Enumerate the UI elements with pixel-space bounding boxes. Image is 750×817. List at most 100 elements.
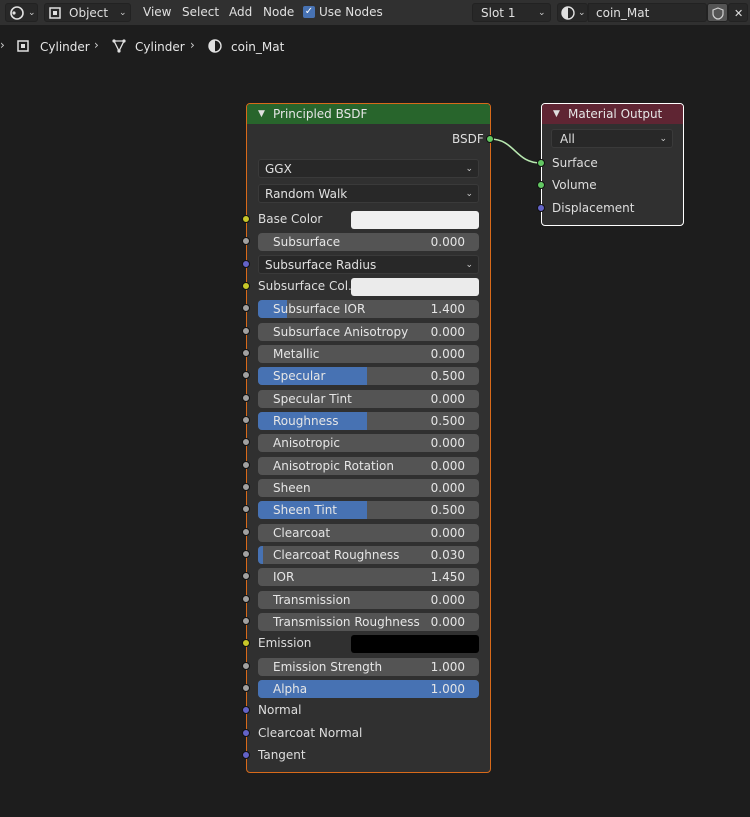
metallic-socket[interactable] xyxy=(242,349,250,357)
subsurface-ior-socket[interactable] xyxy=(242,304,250,312)
slider-value: 0.000 xyxy=(430,235,465,249)
emission-socket[interactable] xyxy=(242,639,250,647)
slider-label: Subsurface Anisotropy xyxy=(273,325,409,339)
anisotropic-socket[interactable] xyxy=(242,438,250,446)
collapse-triangle-icon[interactable]: ▼ xyxy=(258,104,265,124)
slider-transmission-roughness[interactable]: Transmission Roughness 0.000 xyxy=(258,613,479,631)
subsurface-radius-socket[interactable] xyxy=(242,260,250,268)
slider-value: 0.030 xyxy=(430,548,465,562)
subsurface-radius-label: Subsurface Radius xyxy=(265,258,377,272)
chevron-down-icon: ⌄ xyxy=(465,260,473,270)
volume-label: Volume xyxy=(552,178,597,192)
slider-clearcoat[interactable]: Clearcoat 0.000 xyxy=(258,524,479,542)
subsurface-radius-dropdown[interactable]: Subsurface Radius ⌄ xyxy=(258,255,479,274)
slider-value: 0.500 xyxy=(430,414,465,428)
chevron-down-icon: ⌄ xyxy=(465,164,473,174)
slider-value: 1.000 xyxy=(430,682,465,696)
slider-specular-tint[interactable]: Specular Tint 0.000 xyxy=(258,390,479,408)
slider-fill xyxy=(258,546,263,564)
slider-value: 0.000 xyxy=(430,392,465,406)
sheen-tint-socket[interactable] xyxy=(242,505,250,513)
slider-label: Transmission Roughness xyxy=(273,615,420,629)
slider-anisotropic[interactable]: Anisotropic 0.000 xyxy=(258,434,479,452)
transmission-socket[interactable] xyxy=(242,595,250,603)
subsurface-color-socket[interactable] xyxy=(242,282,250,290)
slider-sheen[interactable]: Sheen 0.000 xyxy=(258,479,479,497)
clearcoat-socket[interactable] xyxy=(242,528,250,536)
specular-tint-socket[interactable] xyxy=(242,394,250,402)
tangent-label: Tangent xyxy=(258,748,306,762)
slider-label: Roughness xyxy=(273,414,339,428)
slider-subsurface-ior[interactable]: Subsurface IOR 1.400 xyxy=(258,300,479,318)
slider-value: 0.500 xyxy=(430,369,465,383)
displacement-label: Displacement xyxy=(552,201,635,215)
slider-transmission[interactable]: Transmission 0.000 xyxy=(258,591,479,609)
slider-value: 1.450 xyxy=(430,570,465,584)
sheen-socket[interactable] xyxy=(242,483,250,491)
displacement-socket[interactable] xyxy=(537,204,545,212)
slider-value: 0.500 xyxy=(430,503,465,517)
subsurface-color-swatch[interactable] xyxy=(351,278,479,296)
bsdf-output-socket[interactable] xyxy=(486,135,494,143)
slider-anisotropic-rotation[interactable]: Anisotropic Rotation 0.000 xyxy=(258,457,479,475)
specular-socket[interactable] xyxy=(242,371,250,379)
clearcoat-normal-socket[interactable] xyxy=(242,729,250,737)
surface-label: Surface xyxy=(552,156,598,170)
base-color-swatch[interactable] xyxy=(351,211,479,229)
normal-socket[interactable] xyxy=(242,706,250,714)
slider-label: IOR xyxy=(273,570,295,584)
material-output-title: Material Output xyxy=(568,107,663,121)
slider-roughness[interactable]: Roughness 0.500 xyxy=(258,412,479,430)
output-target-dropdown[interactable]: All ⌄ xyxy=(551,129,673,148)
slider-sheen-tint[interactable]: Sheen Tint 0.500 xyxy=(258,501,479,519)
base-color-label: Base Color xyxy=(258,212,323,226)
slider-value: 1.000 xyxy=(430,660,465,674)
transmission-roughness-socket[interactable] xyxy=(242,617,250,625)
slider-value: 0.000 xyxy=(430,593,465,607)
slider-alpha[interactable]: Alpha 1.000 xyxy=(258,680,479,698)
slider-label: Metallic xyxy=(273,347,320,361)
normal-label: Normal xyxy=(258,703,302,717)
slider-emission-strength[interactable]: Emission Strength 1.000 xyxy=(258,658,479,676)
slider-value: 0.000 xyxy=(430,436,465,450)
bsdf-output-label: BSDF xyxy=(452,132,484,146)
base-color-socket[interactable] xyxy=(242,215,250,223)
slider-metallic[interactable]: Metallic 0.000 xyxy=(258,345,479,363)
slider-label: Clearcoat Roughness xyxy=(273,548,400,562)
subsurface-method-value: Random Walk xyxy=(265,187,348,201)
slider-value: 0.000 xyxy=(430,615,465,629)
slider-label: Anisotropic xyxy=(273,436,341,450)
slider-subsurface[interactable]: Subsurface 0.000 xyxy=(258,233,479,251)
material-output-header[interactable]: ▼ Material Output xyxy=(542,104,683,124)
slider-label: Emission Strength xyxy=(273,660,383,674)
anisotropic-rotation-socket[interactable] xyxy=(242,461,250,469)
subsurface-anisotropy-socket[interactable] xyxy=(242,327,250,335)
roughness-socket[interactable] xyxy=(242,416,250,424)
collapse-triangle-icon[interactable]: ▼ xyxy=(553,104,560,124)
slider-label: Sheen xyxy=(273,481,311,495)
clearcoat-roughness-socket[interactable] xyxy=(242,550,250,558)
clearcoat-normal-label: Clearcoat Normal xyxy=(258,726,363,740)
alpha-socket[interactable] xyxy=(242,684,250,692)
slider-value: 1.400 xyxy=(430,302,465,316)
volume-socket[interactable] xyxy=(537,181,545,189)
distribution-dropdown[interactable]: GGX ⌄ xyxy=(258,159,479,178)
surface-socket[interactable] xyxy=(537,159,545,167)
distribution-value: GGX xyxy=(265,162,292,176)
chevron-down-icon: ⌄ xyxy=(465,189,473,199)
emission-color-swatch[interactable] xyxy=(351,635,479,653)
ior-socket[interactable] xyxy=(242,572,250,580)
slider-ior[interactable]: IOR 1.450 xyxy=(258,568,479,586)
tangent-socket[interactable] xyxy=(242,751,250,759)
principled-bsdf-title: Principled BSDF xyxy=(273,107,368,121)
slider-label: Anisotropic Rotation xyxy=(273,459,395,473)
subsurface-socket[interactable] xyxy=(242,237,250,245)
emission-strength-socket[interactable] xyxy=(242,662,250,670)
slider-clearcoat-roughness[interactable]: Clearcoat Roughness 0.030 xyxy=(258,546,479,564)
principled-bsdf-header[interactable]: ▼ Principled BSDF xyxy=(247,104,490,124)
slider-label: Sheen Tint xyxy=(273,503,338,517)
subsurface-method-dropdown[interactable]: Random Walk ⌄ xyxy=(258,184,479,203)
slider-subsurface-anisotropy[interactable]: Subsurface Anisotropy 0.000 xyxy=(258,323,479,341)
slider-specular[interactable]: Specular 0.500 xyxy=(258,367,479,385)
subsurface-color-label: Subsurface Col... xyxy=(258,279,360,293)
